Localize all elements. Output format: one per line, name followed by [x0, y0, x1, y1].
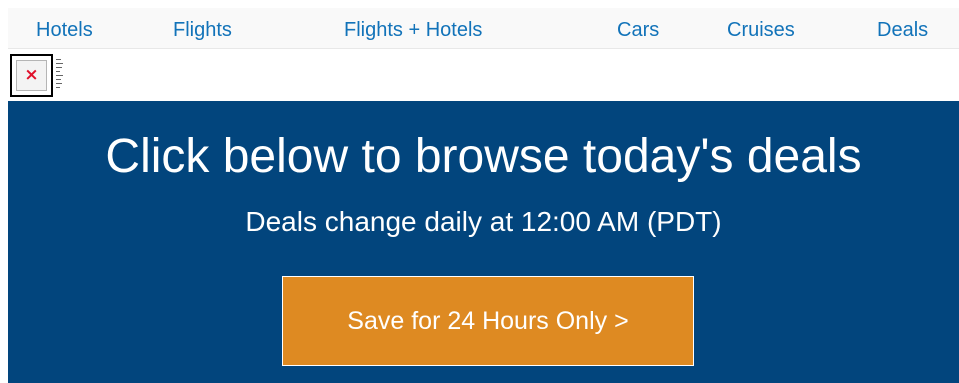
nav-link-flights-hotels[interactable]: Flights + Hotels: [344, 19, 482, 41]
hero-subline: Deals change daily at 12:00 AM (PDT): [245, 206, 722, 237]
broken-image-icon: ×: [24, 65, 39, 85]
image-alt-text: [56, 59, 64, 91]
broken-image-frame: ×: [16, 60, 47, 91]
nav-link-hotels[interactable]: Hotels: [36, 19, 93, 41]
nav-link-cars[interactable]: Cars: [617, 19, 659, 41]
top-nav: Hotels Flights Flights + Hotels Cars Cru…: [8, 8, 959, 49]
hero-headline: Click below to browse today's deals: [105, 130, 862, 183]
save-24-hours-button[interactable]: Save for 24 Hours Only >: [282, 276, 694, 366]
nav-link-flights[interactable]: Flights: [173, 19, 232, 41]
image-bar: ×: [8, 49, 959, 101]
deals-hero-banner: Click below to browse today's deals Deal…: [8, 101, 959, 383]
nav-link-cruises[interactable]: Cruises: [727, 19, 795, 41]
broken-image: ×: [10, 54, 53, 97]
nav-link-deals[interactable]: Deals: [877, 19, 928, 41]
